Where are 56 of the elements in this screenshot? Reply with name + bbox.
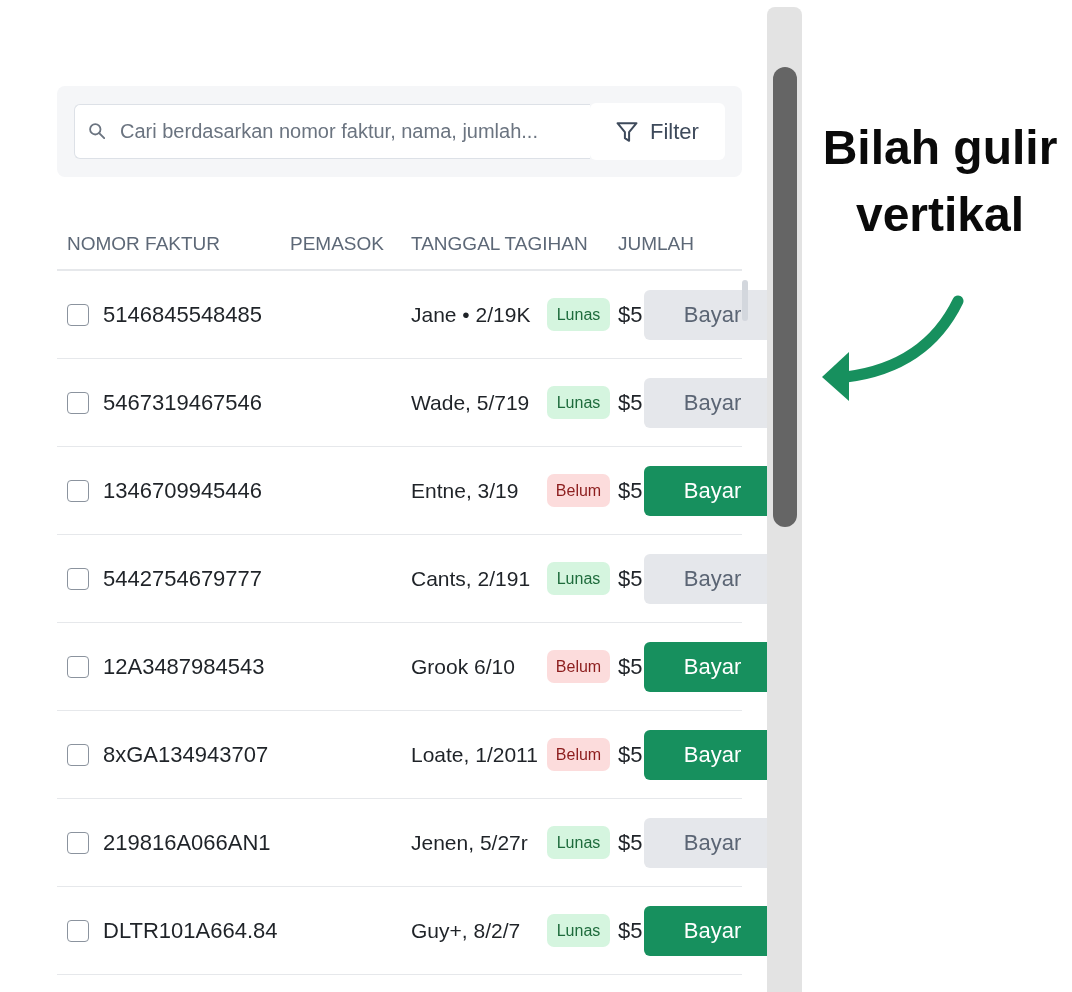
row-checkbox[interactable] <box>67 831 89 854</box>
invoice-number: DLTR101A664.84 <box>103 917 278 945</box>
status-badge: Lunas <box>547 386 610 419</box>
filter-button[interactable]: Filter <box>590 103 725 160</box>
name-date-text: Grook 6/10 <box>411 653 515 680</box>
name-date-text: Loate, 1/2011 <box>411 741 538 768</box>
row-checkbox[interactable] <box>67 391 89 414</box>
row-checkbox[interactable] <box>67 479 89 502</box>
invoice-number: 219816A066AN1 <box>103 829 271 857</box>
invoice-number: 1346709945446 <box>103 477 263 505</box>
invoice-number: 5467319467546 <box>103 389 263 417</box>
scrollbar-track[interactable] <box>767 7 802 992</box>
status-badge: Belum <box>547 650 610 683</box>
pay-button[interactable]: Bayar <box>644 905 767 956</box>
amount-text: $5 <box>617 741 643 769</box>
amount-text: $5 <box>617 917 643 945</box>
amount-text: $5 <box>617 829 643 857</box>
pay-button[interactable]: Bayar <box>644 729 767 780</box>
row-checkbox[interactable] <box>67 919 89 942</box>
row-checkbox[interactable] <box>67 743 89 766</box>
column-header: NOMOR FAKTUR <box>66 232 222 256</box>
status-badge: Lunas <box>547 562 610 595</box>
pay-button[interactable]: Bayar <box>644 465 767 516</box>
status-badge: Lunas <box>547 826 610 859</box>
name-date-text: Wade, 5/719 <box>411 389 530 416</box>
amount-text: $5 <box>617 301 643 329</box>
name-date-text: Cants, 2/191 <box>411 565 531 592</box>
status-badge: Belum <box>547 738 610 771</box>
inner-scrollbar-thumb[interactable] <box>742 280 748 321</box>
pay-button[interactable]: Bayar <box>644 641 767 692</box>
amount-text: $5 <box>617 477 643 505</box>
name-date-text: Jenen, 5/27r <box>411 829 528 856</box>
invoice-number: 5146845548485 <box>103 301 263 329</box>
amount-text: $5 <box>617 565 643 593</box>
status-badge: Belum <box>547 474 610 507</box>
status-badge: Lunas <box>547 298 610 331</box>
invoice-number: 5442754679777 <box>103 565 263 593</box>
invoice-number: 8xGA134943707 <box>103 741 269 769</box>
search-icon <box>89 123 105 139</box>
name-date-text: Jane • 2/19K <box>411 301 531 328</box>
column-header: JUMLAH <box>618 232 695 256</box>
name-date-text: Entne, 3/19 <box>411 477 519 504</box>
column-header: TANGGAL TAGIHAN <box>411 232 589 256</box>
invoice-number: 12A3487984543 <box>103 653 265 681</box>
amount-text: $5 <box>617 389 643 417</box>
annotation-label: Bilah gulir vertikal <box>821 120 1059 243</box>
row-checkbox[interactable] <box>67 303 89 326</box>
name-date-text: Guy+, 8/2/7 <box>411 917 521 944</box>
amount-text: $5 <box>617 653 643 681</box>
row-checkbox[interactable] <box>67 567 89 590</box>
scrollbar-thumb[interactable] <box>773 67 797 527</box>
filter-icon <box>616 120 639 143</box>
search-field[interactable]: Cari berdasarkan nomor faktur, nama, jumlah... <box>74 104 590 159</box>
row-checkbox[interactable] <box>67 655 89 678</box>
column-header: PEMASOK <box>290 232 385 256</box>
status-badge: Lunas <box>547 914 610 947</box>
